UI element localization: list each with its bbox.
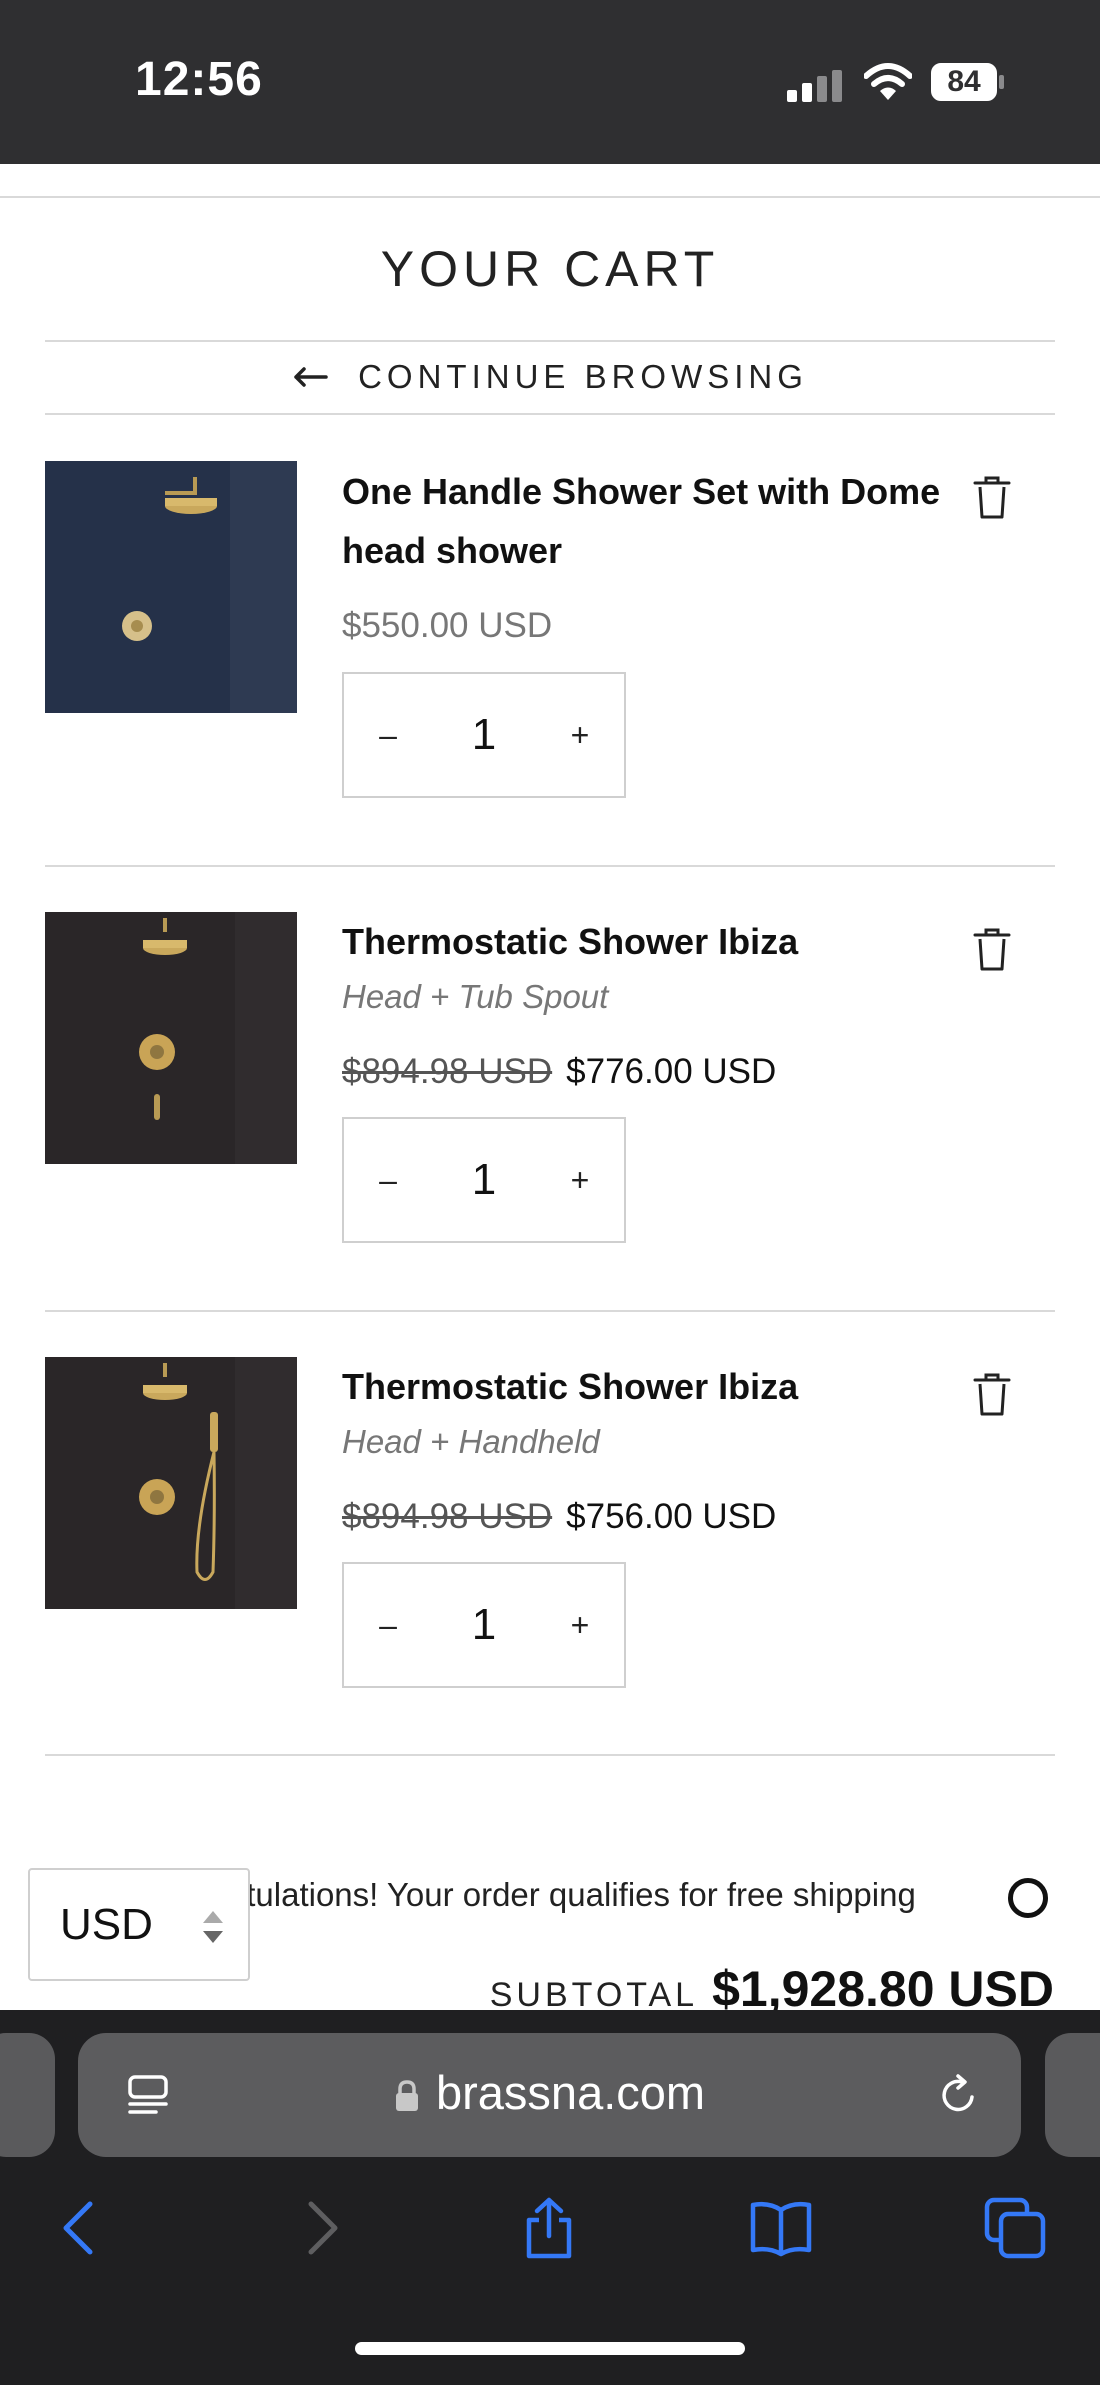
- quantity-stepper: – 1 +: [342, 1117, 626, 1243]
- product-image[interactable]: [45, 461, 297, 713]
- tabs-icon[interactable]: [983, 2196, 1047, 2260]
- quantity-increase-button[interactable]: +: [536, 1119, 624, 1241]
- trash-icon[interactable]: [973, 476, 1011, 520]
- status-time: 12:56: [135, 53, 263, 106]
- quantity-stepper: – 1 +: [342, 1562, 626, 1688]
- back-icon[interactable]: [50, 2196, 114, 2260]
- original-price: $894.98 USD: [342, 1497, 553, 1536]
- select-arrows-icon: [203, 1911, 223, 1943]
- home-indicator: [355, 2342, 745, 2355]
- cart-item-title[interactable]: One Handle Shower Set with Dome head sho…: [342, 462, 972, 580]
- cart-item-title[interactable]: Thermostatic Shower Ibiza: [342, 1357, 972, 1416]
- share-icon[interactable]: [517, 2196, 581, 2260]
- quantity-value[interactable]: 1: [432, 710, 536, 760]
- currency-selector[interactable]: USD: [28, 1868, 250, 1981]
- cart-item-variant: Head + Handheld: [342, 1423, 600, 1460]
- free-shipping-message: Congratulations! Your order qualifies fo…: [138, 1876, 916, 1913]
- battery-level: 84: [947, 65, 981, 98]
- continue-browsing-label: CONTINUE BROWSING: [358, 358, 808, 395]
- product-image[interactable]: [45, 1357, 297, 1609]
- currency-value: USD: [60, 1900, 153, 1949]
- header-divider: [0, 196, 1100, 198]
- trash-icon[interactable]: [973, 1373, 1011, 1417]
- trash-icon[interactable]: [973, 928, 1011, 972]
- divider: [45, 413, 1055, 415]
- reader-icon[interactable]: [126, 2073, 170, 2117]
- signal-icon: [787, 70, 842, 102]
- cart-item-price: $894.98 USD $776.00 USD: [342, 1052, 776, 1092]
- quantity-value[interactable]: 1: [432, 1600, 536, 1650]
- cart-item-title[interactable]: Thermostatic Shower Ibiza: [342, 912, 972, 971]
- continue-browsing-link[interactable]: CONTINUE BROWSING: [45, 342, 1055, 412]
- quantity-increase-button[interactable]: +: [536, 1564, 624, 1686]
- url-text[interactable]: brassna.com: [436, 2065, 705, 2120]
- forward-icon[interactable]: [287, 2196, 351, 2260]
- cart-item-variant: Head + Tub Spout: [342, 978, 609, 1015]
- previous-tab-peek[interactable]: [0, 2033, 55, 2157]
- quantity-decrease-button[interactable]: –: [344, 1119, 432, 1241]
- cart-item-price: $894.98 USD $756.00 USD: [342, 1497, 776, 1537]
- reload-icon[interactable]: [936, 2073, 980, 2117]
- sale-price: $776.00 USD: [566, 1052, 777, 1091]
- divider: [45, 1310, 1055, 1312]
- arrow-left-icon: [294, 367, 328, 387]
- quantity-decrease-button[interactable]: –: [344, 674, 432, 796]
- page-title: YOUR CART: [380, 241, 720, 297]
- quantity-stepper: – 1 +: [342, 672, 626, 798]
- cart-item-price: $550.00 USD: [342, 606, 553, 645]
- quantity-decrease-button[interactable]: –: [344, 1564, 432, 1686]
- quantity-value[interactable]: 1: [432, 1155, 536, 1205]
- quantity-increase-button[interactable]: +: [536, 674, 624, 796]
- next-tab-peek[interactable]: [1045, 2033, 1100, 2157]
- divider: [45, 865, 1055, 867]
- divider: [45, 1754, 1055, 1756]
- bookmarks-icon[interactable]: [749, 2196, 813, 2260]
- original-price: $894.98 USD: [342, 1052, 553, 1091]
- sale-price: $756.00 USD: [566, 1497, 777, 1536]
- product-image[interactable]: [45, 912, 297, 1164]
- shipping-progress-icon: [1008, 1878, 1048, 1918]
- wifi-icon: [864, 63, 912, 100]
- lock-icon: [396, 2080, 418, 2111]
- address-bar[interactable]: brassna.com: [78, 2033, 1021, 2157]
